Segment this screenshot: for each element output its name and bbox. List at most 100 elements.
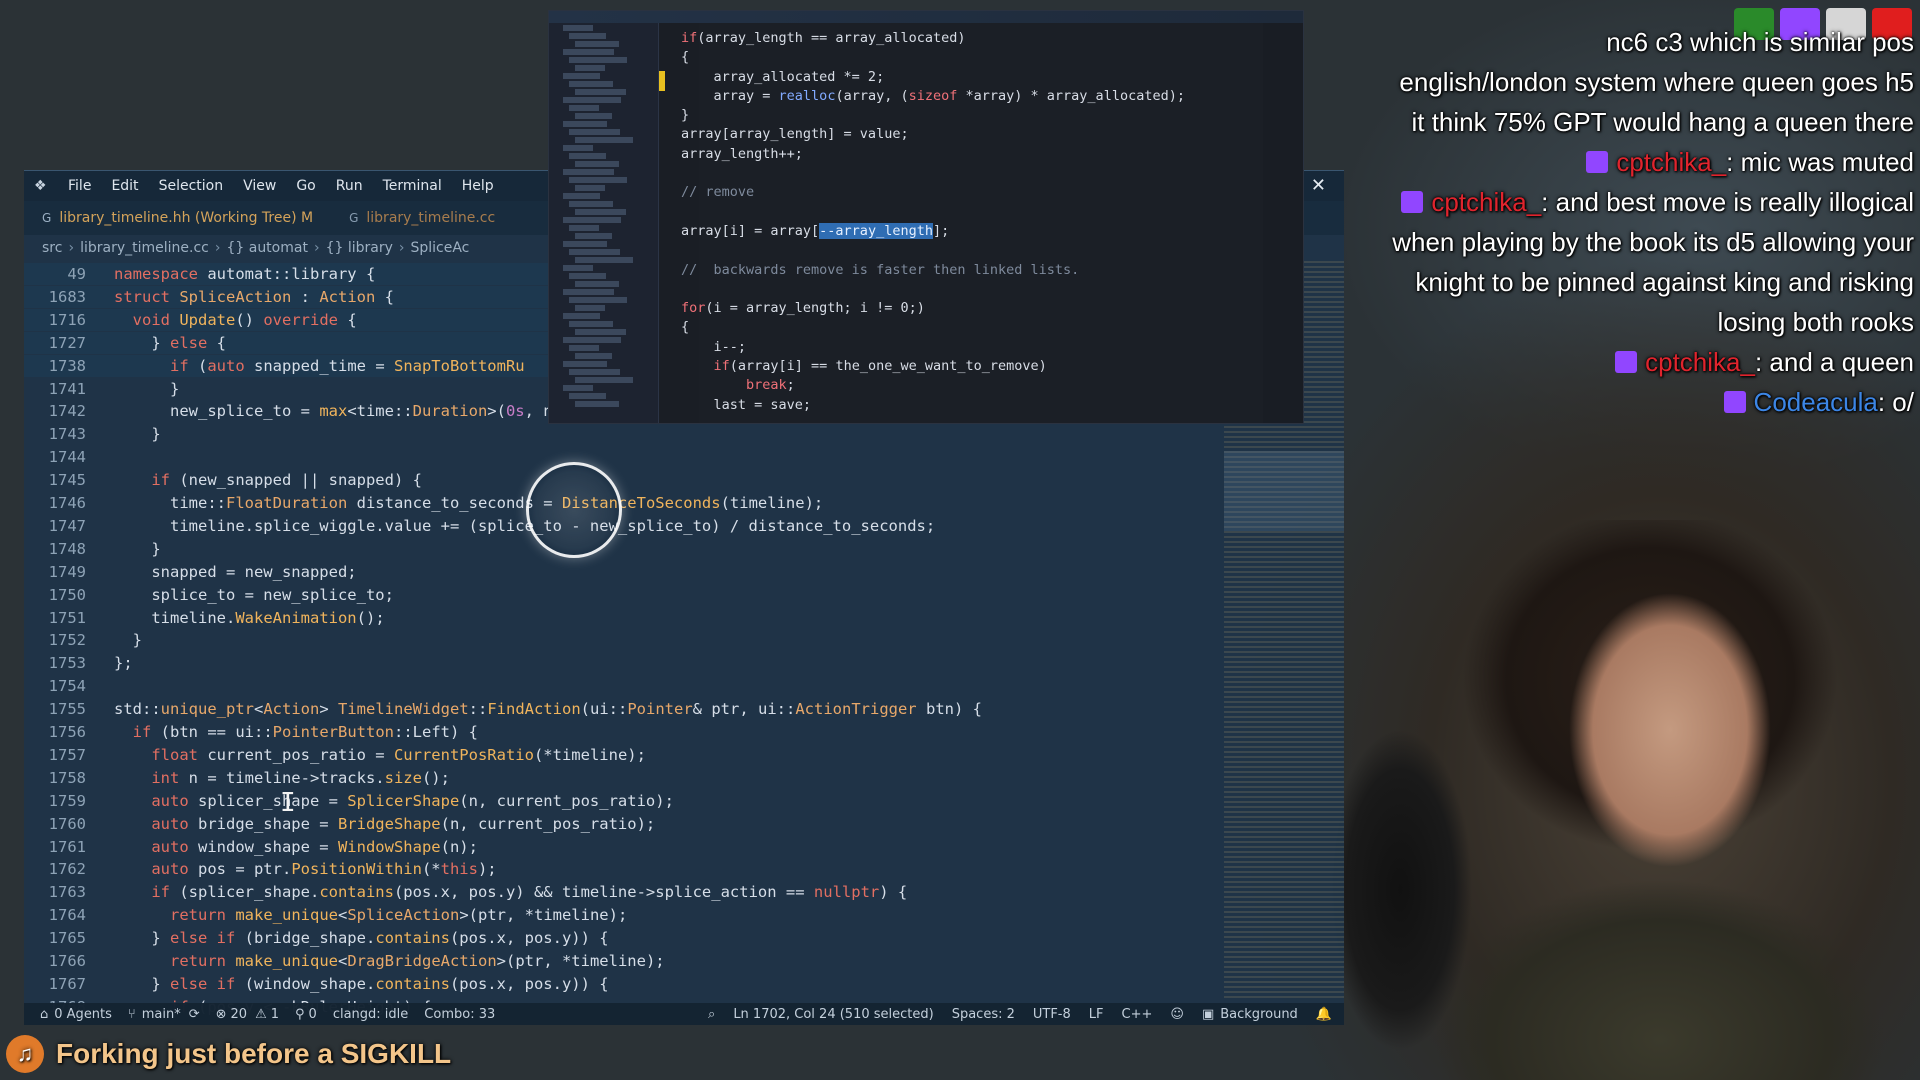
code-line[interactable]: 1755 std::unique_ptr<Action> TimelineWidg…	[24, 698, 1224, 720]
code-line[interactable]: 1757 float current_pos_ratio = CurrentPo…	[24, 744, 1224, 766]
status-background[interactable]: ▣ Background	[1202, 1007, 1298, 1022]
chevron-right-icon: ›	[313, 240, 320, 256]
status-agents[interactable]: ⌂ 0 Agents	[40, 1007, 112, 1022]
status-language[interactable]: C++	[1122, 1007, 1153, 1022]
status-ports[interactable]: ⚲ 0	[295, 1007, 317, 1022]
menu-run[interactable]: Run	[336, 178, 363, 194]
code-line[interactable]: 1746 time::FloatDuration distance_to_sec…	[24, 492, 1224, 514]
code-text: };	[114, 654, 133, 673]
breadcrumb-item[interactable]: {} automat	[226, 240, 307, 256]
copilot-icon[interactable]: ☺	[1170, 1007, 1184, 1022]
tab-library-timeline-cc[interactable]: G library_timeline.cc	[331, 201, 513, 235]
code-line[interactable]: 1747 timeline.splice_wiggle.value += (sp…	[24, 515, 1224, 537]
line-number: 1727	[48, 333, 86, 352]
breadcrumb-item[interactable]: {} library	[326, 240, 393, 256]
secondary-code-line: // remove	[681, 184, 755, 201]
line-number: 1752	[48, 631, 86, 650]
status-clangd[interactable]: clangd: idle	[333, 1007, 408, 1022]
code-line[interactable]: 1764 return make_unique<SpliceAction>(pt…	[24, 904, 1224, 926]
status-cursor-position[interactable]: Ln 1702, Col 24 (510 selected)	[733, 1007, 933, 1022]
menu-go[interactable]: Go	[296, 178, 315, 194]
status-encoding[interactable]: UTF-8	[1033, 1007, 1071, 1022]
code-text: auto pos = ptr.PositionWithin(*this);	[151, 860, 497, 879]
menu-file[interactable]: File	[68, 178, 91, 194]
code-line[interactable]: 1761 auto window_shape = WindowShape(n);	[24, 836, 1224, 858]
code-line[interactable]: 1745 if (new_snapped || snapped) {	[24, 469, 1224, 491]
code-line[interactable]: 1762 auto pos = ptr.PositionWithin(*this…	[24, 858, 1224, 880]
tree-item	[575, 65, 605, 71]
tree-item	[569, 177, 627, 183]
tree-item	[569, 33, 606, 39]
chevron-right-icon: ›	[68, 240, 75, 256]
code-line[interactable]: 1748 }	[24, 538, 1224, 560]
code-line[interactable]: 1766 return make_unique<DragBridgeAction…	[24, 950, 1224, 972]
status-indentation[interactable]: Spaces: 2	[952, 1007, 1015, 1022]
breadcrumb-item[interactable]: SpliceAc	[410, 240, 469, 256]
secondary-code-line: if(array_length == array_allocated)	[681, 30, 966, 46]
code-line[interactable]: 1750 splice_to = new_splice_to;	[24, 584, 1224, 606]
secondary-code-line: array[i] = array[--array_length];	[681, 222, 950, 239]
code-line[interactable]: 1765 } else if (bridge_shape.contains(po…	[24, 927, 1224, 949]
ports-icon: ⚲	[295, 1007, 305, 1022]
code-text: }	[114, 539, 161, 558]
code-line[interactable]: 1759 auto splicer_shape = SplicerShape(n…	[24, 790, 1224, 812]
line-number: 1757	[48, 745, 86, 764]
menu-view[interactable]: View	[243, 178, 276, 194]
chat-message: it think 75% GPT would hang a queen ther…	[1411, 107, 1914, 137]
menu-edit[interactable]: Edit	[111, 178, 138, 194]
secondary-code-line: break;	[746, 377, 795, 394]
code-text: int n = timeline->tracks.size();	[151, 768, 450, 787]
tree-item	[569, 321, 613, 327]
tree-item	[569, 153, 606, 159]
line-number: 1766	[48, 952, 86, 970]
code-line[interactable]: 1751 timeline.WakeAnimation();	[24, 607, 1224, 629]
zoom-icon[interactable]: ⌕	[708, 1007, 715, 1022]
mouse-highlight-ring	[526, 462, 622, 558]
code-line[interactable]: 1749 snapped = new_snapped;	[24, 561, 1224, 583]
secondary-screen-titlebar	[549, 11, 1303, 23]
chat-message: nc6 c3 which is similar pos	[1606, 27, 1914, 57]
tree-item	[563, 265, 593, 271]
status-bar: ⌂ 0 Agents ⑂ main* ⟳ ⊗ 20 ⚠ 1 ⚲ 0 clangd…	[24, 1003, 1344, 1025]
code-line[interactable]: 1752 }	[24, 629, 1224, 651]
code-text: auto window_shape = WindowShape(n);	[151, 837, 478, 856]
minimap-slider[interactable]	[1224, 451, 1344, 531]
tree-item	[569, 249, 620, 255]
menu-help[interactable]: Help	[462, 178, 494, 194]
status-problems[interactable]: ⊗ 20 ⚠ 1	[216, 1007, 279, 1022]
code-line[interactable]: 1767 } else if (window_shape.contains(po…	[24, 973, 1224, 995]
line-number: 1761	[48, 837, 86, 856]
chat-line: knight to be pinned against king and ris…	[1294, 262, 1914, 302]
tree-item	[575, 209, 626, 215]
chat-message: : and best move is really illogical	[1541, 187, 1914, 217]
code-line[interactable]: 1763 if (splicer_shape.contains(pos.x, p…	[24, 881, 1224, 903]
chat-message: : mic was muted	[1726, 147, 1914, 177]
code-line[interactable]: 1753};	[24, 652, 1224, 674]
code-line[interactable]: 1758 int n = timeline->tracks.size();	[24, 767, 1224, 789]
tree-item	[575, 377, 633, 383]
menu-terminal[interactable]: Terminal	[383, 178, 442, 194]
status-agents-label: 0 Agents	[54, 1007, 112, 1022]
secondary-code-area: if(array_length == array_allocated) { arr…	[681, 29, 1185, 415]
tree-item	[575, 161, 619, 167]
menu-selection[interactable]: Selection	[159, 178, 224, 194]
tree-item	[563, 25, 593, 31]
status-branch[interactable]: ⑂ main* ⟳	[128, 1007, 200, 1022]
secondary-screen-capture: if(array_length == array_allocated) { arr…	[548, 10, 1304, 424]
code-line[interactable]: 1744	[24, 446, 1224, 468]
breadcrumb-item[interactable]: src	[42, 240, 62, 256]
chat-line: cptchika_: and best move is really illog…	[1294, 182, 1914, 222]
code-line[interactable]: 1754	[24, 675, 1224, 697]
tree-item	[563, 361, 607, 367]
code-line[interactable]: 1756 if (btn == ui::PointerButton::Left)…	[24, 721, 1224, 743]
code-text: if (auto snapped_time = SnapToBottomRu	[170, 356, 525, 375]
status-eol[interactable]: LF	[1089, 1007, 1104, 1022]
tab-library-timeline-hh[interactable]: G library_timeline.hh (Working Tree) M	[24, 201, 331, 235]
tree-item	[563, 385, 593, 391]
secondary-code-line: {	[681, 49, 690, 66]
breadcrumb-item[interactable]: library_timeline.cc	[80, 240, 209, 256]
code-line[interactable]: 1760 auto bridge_shape = BridgeShape(n, …	[24, 813, 1224, 835]
code-line[interactable]: 1743 }	[24, 423, 1224, 445]
bell-icon[interactable]: 🔔	[1316, 1007, 1332, 1022]
music-note-icon: ♫	[6, 1035, 44, 1073]
